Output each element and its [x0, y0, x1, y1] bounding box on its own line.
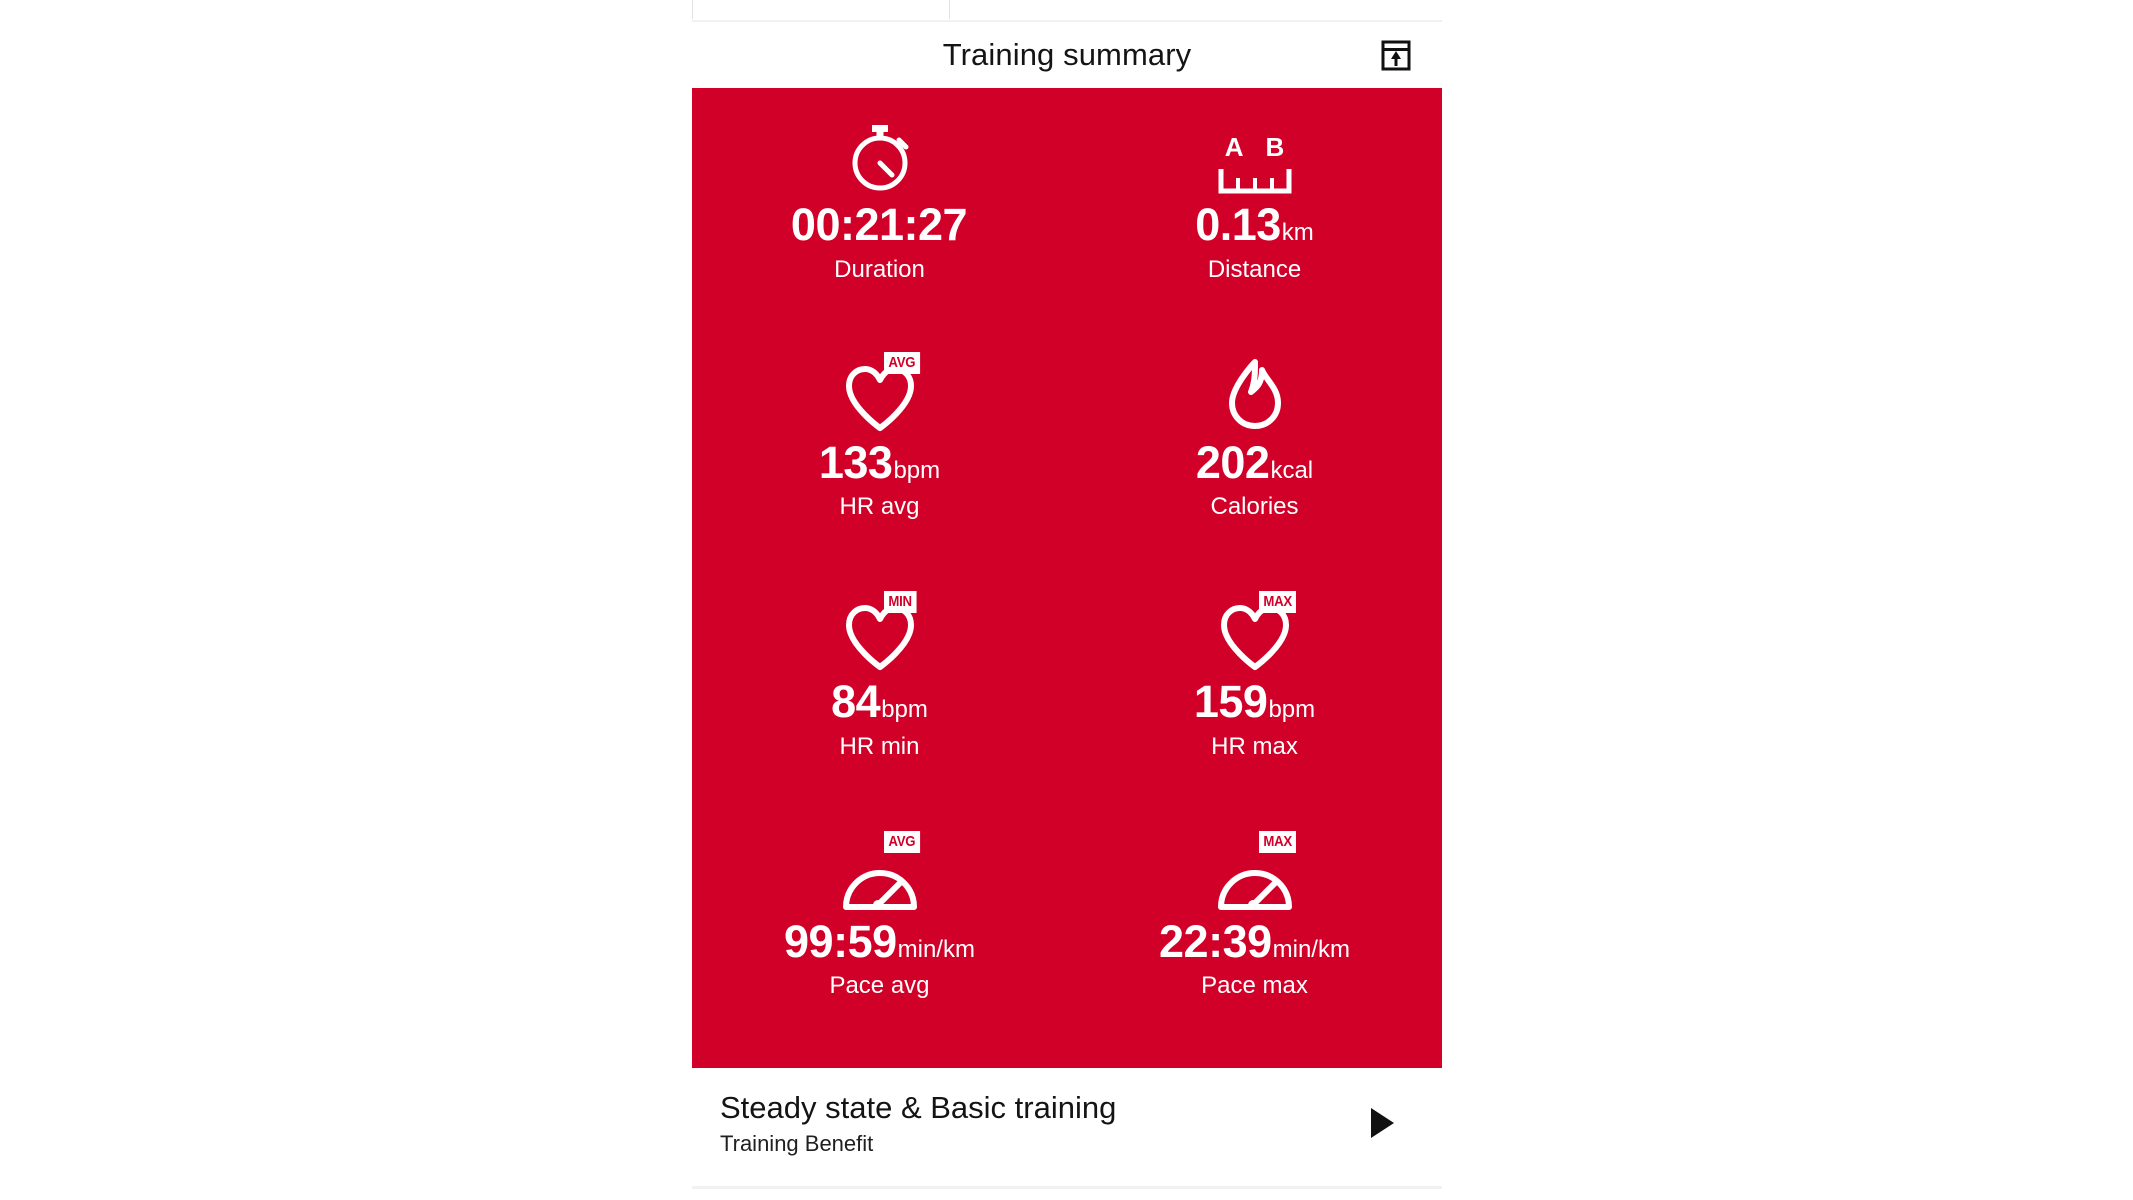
column-divider — [692, 0, 693, 19]
metric-value: 99:59 — [784, 915, 897, 967]
icon-container: MIN — [843, 591, 917, 673]
point-a-label: A — [1224, 132, 1244, 162]
metric-value: 84 — [831, 676, 881, 727]
icon-container: MAX — [1215, 830, 1296, 913]
ruler-glyph — [1218, 169, 1291, 194]
metric-label: HR max — [1211, 732, 1298, 760]
metric-duration: 00:21:27 Duration — [692, 110, 1067, 284]
icon-container — [1218, 356, 1292, 434]
metric-unit: min/km — [1272, 935, 1350, 963]
metric-value-row: 22:39 min/km — [1159, 915, 1350, 967]
status-badge: MAX — [1258, 591, 1296, 613]
metric-hr-avg: AVG 133 bpm HR avg — [692, 350, 1067, 522]
metric-value-row: 84 bpm — [831, 679, 928, 725]
bottom-divider — [692, 1186, 1442, 1189]
export-icon[interactable] — [1377, 36, 1415, 74]
icon-container: A B — [1215, 118, 1295, 196]
metric-label: HR min — [839, 732, 920, 760]
status-badge: MAX — [1258, 830, 1296, 853]
stopwatch-icon — [852, 125, 908, 191]
metric-value-row: 133 bpm — [818, 436, 941, 488]
metric-label: Pace avg — [829, 972, 930, 1000]
distance-ruler-icon: A B — [1215, 134, 1295, 196]
metric-unit: bpm — [1268, 696, 1316, 723]
export-icon-glyph — [1381, 40, 1411, 70]
metric-distance: A B 0.13 km Distance — [1067, 110, 1442, 284]
benefit-text-block: Steady state & Basic training Training B… — [720, 1089, 1360, 1157]
metric-calories: 202 kcal Calories — [1067, 350, 1442, 522]
metric-unit: kcal — [1270, 456, 1314, 484]
speedometer-icon — [1217, 869, 1292, 910]
metric-unit: bpm — [893, 456, 941, 484]
metric-value: 0.13 — [1195, 199, 1281, 250]
metric-value: 159 — [1193, 676, 1268, 727]
benefit-title: Steady state & Basic training — [720, 1090, 1117, 1126]
flame-icon — [1228, 358, 1281, 429]
speedometer-icon — [842, 869, 917, 910]
metric-pace-avg: AVG 99:59 min/km Pace avg — [692, 829, 1067, 1001]
status-badge: AVG — [883, 830, 920, 853]
metric-unit: bpm — [881, 696, 928, 723]
header-bar: Training summary — [692, 22, 1442, 88]
metric-value-row: 159 bpm — [1194, 679, 1315, 725]
metrics-grid: 00:21:27 Duration A B 0.13 km Distance A… — [692, 110, 1442, 1068]
metric-label: HR avg — [839, 493, 920, 521]
metric-hr-min: MIN 84 bpm HR min — [692, 589, 1067, 761]
metric-value: 00:21:27 — [790, 199, 968, 250]
metric-value-row: 202 kcal — [1195, 436, 1314, 488]
metric-hr-max: MAX 159 bpm HR max — [1067, 589, 1442, 761]
metric-value-row: 0.13 km — [1195, 202, 1314, 248]
metrics-panel: 00:21:27 Duration A B 0.13 km Distance A… — [692, 88, 1442, 1068]
page-title: Training summary — [942, 37, 1192, 72]
metric-label: Calories — [1210, 493, 1299, 521]
heart-icon — [845, 365, 914, 431]
metric-value: 22:39 — [1159, 915, 1272, 967]
status-badge: MIN — [883, 591, 916, 613]
play-icon[interactable] — [1360, 1101, 1404, 1145]
metric-value-row: 99:59 min/km — [784, 915, 975, 967]
column-divider — [949, 0, 950, 19]
icon-container: MAX — [1218, 591, 1296, 673]
metric-value-row: 00:21:27 — [791, 202, 968, 248]
metric-unit: min/km — [897, 935, 975, 963]
status-badge: AVG — [883, 351, 920, 374]
benefit-subtitle: Training Benefit — [720, 1130, 874, 1156]
ab-labels: A B — [1225, 134, 1285, 160]
metric-pace-max: MAX 22:39 min/km Pace max — [1067, 829, 1442, 1001]
training-summary-page: Training summary 00:21:27 Duration A B 0… — [692, 0, 1442, 1200]
play-icon-glyph — [1371, 1108, 1394, 1138]
metric-unit: km — [1281, 219, 1314, 246]
icon-container: AVG — [843, 351, 920, 434]
metric-value: 202 — [1195, 436, 1270, 488]
metric-value: 133 — [818, 436, 893, 488]
icon-container — [841, 118, 919, 196]
top-partial-row — [692, 0, 1442, 22]
training-benefit-row[interactable]: Steady state & Basic training Training B… — [692, 1068, 1442, 1178]
point-b-label: B — [1265, 132, 1285, 162]
heart-icon — [845, 605, 914, 670]
icon-container: AVG — [840, 830, 920, 913]
metric-label: Pace max — [1201, 972, 1308, 1000]
heart-icon — [1220, 605, 1289, 670]
metric-label: Distance — [1207, 255, 1302, 283]
metric-label: Duration — [834, 255, 925, 283]
